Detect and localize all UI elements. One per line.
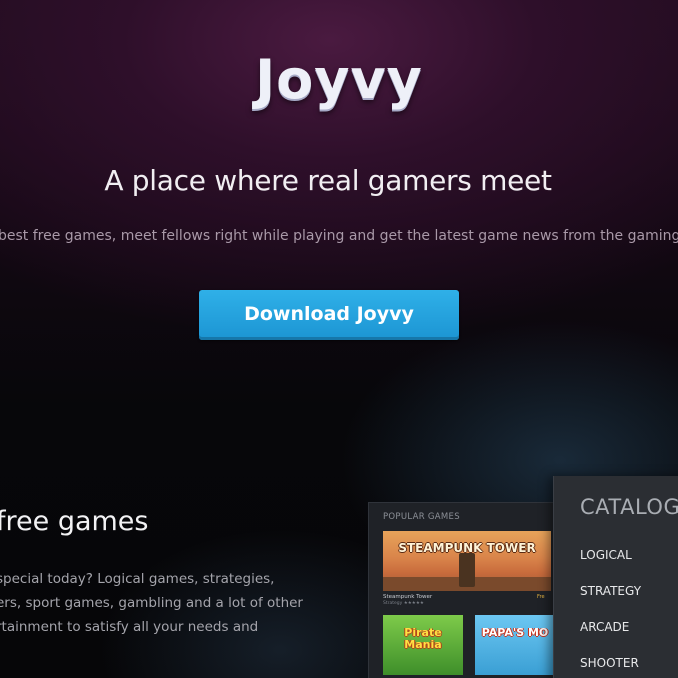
- tower-illustration: [459, 553, 475, 587]
- featured-game-price: Fre: [537, 594, 545, 600]
- section-text-line: rtainment to satisfy all your needs and: [0, 619, 259, 635]
- joyvy-logo[interactable]: Joyvy: [0, 48, 678, 111]
- catalog-sidebar: CATALOG LOGICAL STRATEGY ARCADE SHOOTER: [553, 476, 678, 678]
- section-text-line: special today? Logical games, strategies…: [0, 571, 275, 587]
- game-thumbnail[interactable]: Pirate Mania: [383, 615, 463, 675]
- featured-game-banner[interactable]: STEAMPUNK TOWER: [383, 531, 551, 591]
- catalog-title: CATALOG: [580, 495, 678, 519]
- featured-game-rating: Strategy ★★★★★: [383, 601, 424, 606]
- section-description: special today? Logical games, strategies…: [0, 567, 306, 639]
- featured-game-title: STEAMPUNK TOWER: [398, 541, 536, 555]
- catalog-item-logical[interactable]: LOGICAL: [580, 548, 632, 562]
- catalog-item-strategy[interactable]: STRATEGY: [580, 584, 641, 598]
- catalog-item-shooter[interactable]: SHOOTER: [580, 656, 639, 670]
- thumbnail-title: PAPA'S MO: [481, 626, 549, 639]
- featured-game-name: Steampunk Tower: [383, 594, 433, 600]
- landing-page: Joyvy A place where real gamers meet bes…: [0, 0, 678, 678]
- download-button[interactable]: Download Joyvy: [199, 290, 459, 340]
- thumbnail-title: Pirate Mania: [404, 626, 442, 651]
- catalog-item-arcade[interactable]: ARCADE: [580, 620, 629, 634]
- hero-subline: best free games, meet fellows right whil…: [0, 228, 678, 244]
- game-thumbnail[interactable]: PAPA'S MO: [475, 615, 555, 675]
- popular-games-title: POPULAR GAMES: [383, 512, 460, 522]
- section-heading: free games: [0, 506, 149, 537]
- section-text-line: ers, sport games, gambling and a lot of …: [0, 595, 303, 611]
- app-preview-window: POPULAR GAMES STEAMPUNK TOWER Steampunk …: [368, 502, 570, 678]
- hero-headline: A place where real gamers meet: [104, 164, 552, 197]
